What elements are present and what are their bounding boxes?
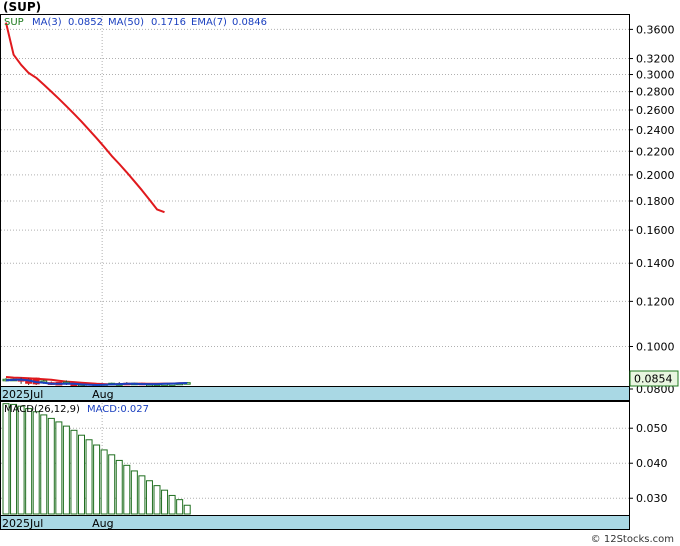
macd-bar xyxy=(123,464,131,515)
legend-ma3-value: 0.0852 xyxy=(68,17,103,28)
macd-bar xyxy=(70,429,78,515)
macd-bar xyxy=(183,504,191,515)
macd-x-label: 2025Jul xyxy=(2,517,43,530)
macd-bar xyxy=(10,403,18,515)
price-y-tick-label: 0.3600 xyxy=(636,23,675,36)
credit-text: © 12Stocks.com xyxy=(590,534,674,545)
macd-bar xyxy=(145,480,153,515)
price-y-tick-label: 0.3000 xyxy=(636,69,675,82)
price-y-tick-label: 0.2600 xyxy=(636,104,675,117)
macd-bar xyxy=(32,411,40,515)
macd-bar xyxy=(25,408,33,515)
legend-ma3-label: MA(3) xyxy=(32,17,62,28)
price-y-tick-label: 0.1000 xyxy=(636,341,675,354)
price-x-label: 2025Jul xyxy=(2,388,43,401)
price-y-tick-label: 0.3200 xyxy=(636,53,675,66)
price-y-tick-label: 0.1800 xyxy=(636,195,675,208)
price-y-tick-label: 0.1400 xyxy=(636,257,675,270)
macd-bar xyxy=(62,425,70,515)
macd-bar xyxy=(108,454,116,515)
chart-title: (SUP) xyxy=(3,0,42,14)
macd-bar xyxy=(47,417,55,515)
price-y-ticks: 0.3600 0.3200 0.3000 0.2800 0.2600 0.2400 0.22… xyxy=(629,23,675,396)
price-y-tick-label: 0.2800 xyxy=(636,86,675,99)
price-y-tick-label: 0.1600 xyxy=(636,224,675,237)
macd-bar xyxy=(138,475,146,515)
price-x-label: Aug xyxy=(92,388,113,401)
macd-legend-label: MACD(26,12,9) xyxy=(4,404,80,415)
macd-bar xyxy=(78,434,85,515)
macd-y-ticks: 0.050 0.040 0.030 xyxy=(629,422,668,505)
macd-bar xyxy=(40,414,48,515)
stock-chart: 0.3600 0.3200 0.3000 0.2800 0.2600 0.2400 0.22… xyxy=(0,14,679,530)
macd-bar xyxy=(2,403,10,515)
macd-bar xyxy=(115,459,123,515)
macd-y-tick-label: 0.040 xyxy=(636,457,668,470)
legend-ema7-value: 0.0846 xyxy=(232,17,267,28)
price-y-tick-label: 0.2000 xyxy=(636,169,675,182)
legend-ema7-label: EMA(7) xyxy=(191,17,227,28)
macd-bar xyxy=(55,421,63,515)
price-y-tick-label: 0.1200 xyxy=(636,295,675,308)
macd-legend-value: MACD:0.027 xyxy=(87,404,149,415)
macd-y-tick-label: 0.030 xyxy=(636,492,668,505)
macd-y-tick-label: 0.050 xyxy=(636,422,668,435)
macd-bar xyxy=(100,449,108,515)
macd-bar xyxy=(168,494,176,515)
macd-bar xyxy=(176,499,184,515)
macd-bar xyxy=(85,439,93,515)
macd-bar xyxy=(17,405,25,515)
macd-bar xyxy=(93,444,101,515)
legend-ma50-value: 0.1716 xyxy=(151,17,186,28)
macd-bar xyxy=(130,470,138,515)
macd-bar xyxy=(153,485,161,515)
legend-ma50-label: MA(50) xyxy=(108,17,144,28)
price-y-tick-label: 0.2400 xyxy=(636,124,675,137)
last-price-label: 0.0854 xyxy=(634,373,673,386)
legend-symbol: SUP xyxy=(4,17,24,28)
macd-bar xyxy=(161,489,169,515)
macd-x-label: Aug xyxy=(92,517,113,530)
price-y-tick-label: 0.2200 xyxy=(636,145,675,158)
